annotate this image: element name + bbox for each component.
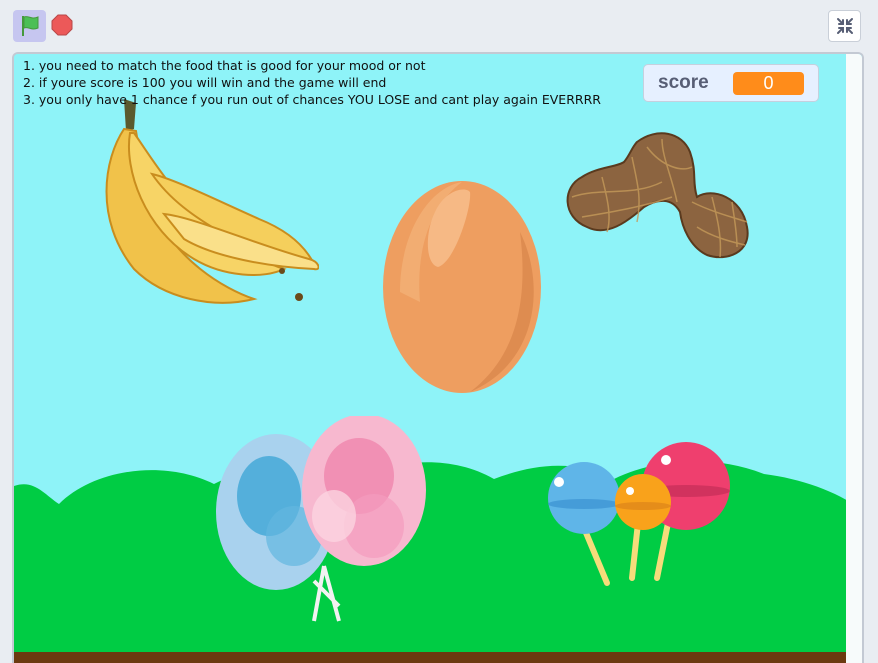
player-toolbar	[0, 0, 878, 52]
instruction-line-2: 2. if youre score is 100 you will win an…	[23, 75, 387, 90]
score-monitor: score 0	[643, 64, 819, 102]
instruction-line-1: 1. you need to match the food that is go…	[23, 58, 426, 73]
green-flag-icon	[21, 16, 38, 36]
stage-edge	[846, 54, 862, 663]
stop-button[interactable]	[50, 13, 74, 37]
instructions-text: 1. you need to match the food that is go…	[23, 57, 601, 108]
stop-sign-icon	[51, 14, 73, 36]
score-value: 0	[733, 72, 804, 95]
lollipop-sprite[interactable]	[542, 438, 737, 588]
game-stage[interactable]: 1. you need to match the food that is go…	[12, 52, 864, 663]
exit-fullscreen-icon	[836, 18, 853, 34]
banana-sprite[interactable]	[94, 99, 319, 324]
green-flag-button[interactable]	[13, 10, 46, 42]
instruction-line-3: 3. you only have 1 chance f you run out …	[23, 92, 601, 107]
exit-fullscreen-button[interactable]	[828, 10, 861, 42]
cotton-candy-sprite[interactable]	[214, 416, 434, 626]
score-label: score	[658, 72, 709, 93]
egg-sprite[interactable]	[380, 172, 544, 397]
peanut-sprite[interactable]	[562, 127, 752, 262]
